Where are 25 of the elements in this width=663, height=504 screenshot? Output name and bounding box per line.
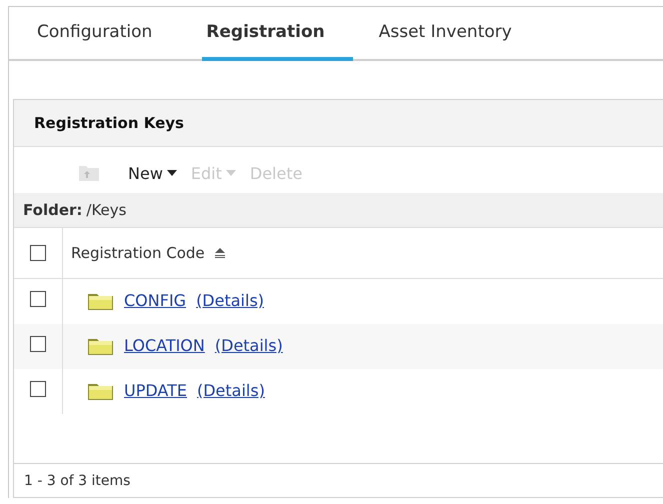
checkbox[interactable] xyxy=(30,291,46,307)
item-count: 1 - 3 of 3 items xyxy=(24,472,130,488)
folder-label: Folder: xyxy=(23,201,82,219)
panel-title: Registration Keys xyxy=(34,114,184,132)
menu-button[interactable]: New xyxy=(128,164,177,182)
tab[interactable]: Asset Inventory xyxy=(374,7,512,61)
caret-icon xyxy=(226,170,236,176)
tab[interactable]: Configuration xyxy=(33,7,180,61)
details-link[interactable]: (Details) xyxy=(196,291,264,310)
caret-icon xyxy=(166,170,177,176)
tab[interactable]: Registration xyxy=(202,7,353,61)
folder-link[interactable]: UPDATE xyxy=(124,381,187,400)
sort-icon xyxy=(214,248,225,258)
details-link[interactable]: (Details) xyxy=(196,381,265,400)
checkbox[interactable] xyxy=(30,381,46,397)
folder-path: /Keys xyxy=(86,201,126,219)
folder-icon xyxy=(87,291,114,311)
folder-link[interactable]: CONFIG xyxy=(124,291,186,310)
details-link[interactable]: (Details) xyxy=(214,336,283,355)
folder-icon xyxy=(87,336,114,356)
folder-link[interactable]: LOCATION xyxy=(124,336,205,355)
checkbox[interactable] xyxy=(30,245,46,261)
checkbox[interactable] xyxy=(30,336,46,352)
folder-icon xyxy=(87,381,114,401)
column-header[interactable]: Registration Code xyxy=(71,244,225,262)
